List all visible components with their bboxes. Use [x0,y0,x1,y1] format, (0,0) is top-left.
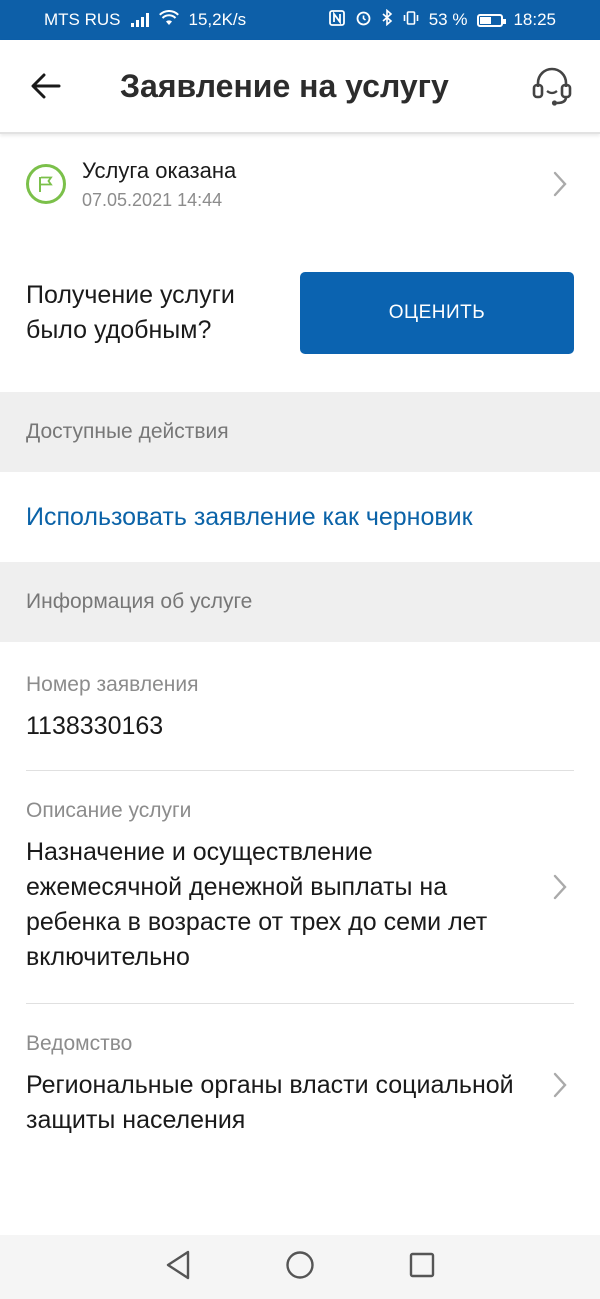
nav-home-button[interactable] [285,1250,315,1285]
battery-percent: 53 % [428,10,468,29]
vibrate-icon [403,10,419,31]
nav-recents-button[interactable] [409,1252,435,1283]
status-bar: MTS RUS 15,2K/s 53 % 18:25 [0,0,600,40]
section-header-info: Информация об услуге [0,562,600,642]
status-bar-left: MTS RUS 15,2K/s [44,9,247,31]
signal-icon [130,13,149,27]
info-department[interactable]: Ведомство Региональные органы власти соц… [0,1004,600,1166]
system-nav-bar [0,1235,600,1299]
action-row: Использовать заявление как черновик [0,472,600,562]
service-description-value: Назначение и осуществление ежемесячной д… [26,838,488,971]
nav-back-button[interactable] [165,1250,191,1285]
chevron-right-icon [546,1072,574,1098]
headset-icon [532,67,572,106]
application-number-label: Номер заявления [26,672,199,696]
department-value: Региональные органы власти социальной за… [26,1071,514,1134]
application-number-value: 1138330163 [26,711,164,740]
info-application-number-inner: Номер заявления 1138330163 [26,642,574,771]
bluetooth-icon [382,8,393,31]
use-as-draft-link[interactable]: Использовать заявление как черновик [26,503,473,532]
info-department-text: Ведомство Региональные органы власти соц… [26,1032,546,1138]
rating-row: Получение услуги было удобным? ОЦЕНИТЬ [0,234,600,392]
department-label: Ведомство [26,1032,133,1055]
network-speed: 15,2K/s [188,10,247,29]
square-recents-icon [409,1252,435,1277]
section-header-actions: Доступные действия [0,392,600,472]
status-bar-right: 53 % 18:25 [328,8,556,31]
info-application-number-text: Номер заявления 1138330163 [26,673,574,744]
alarm-icon [355,9,372,31]
clock: 18:25 [513,10,556,29]
flag-icon [26,164,66,204]
wifi-icon [158,9,179,31]
service-status-row[interactable]: Услуга оказана 07.05.2021 14:44 [0,134,600,234]
info-service-description-inner: Описание услуги Назначение и осуществлен… [26,771,574,1004]
page-title: Заявление на услугу [120,67,449,104]
service-description-label: Описание услуги [26,799,192,822]
app-bar: Заявление на услугу [0,40,600,134]
rate-button[interactable]: ОЦЕНИТЬ [300,272,574,354]
chevron-right-icon [546,874,574,900]
support-button[interactable] [530,64,574,108]
info-service-description[interactable]: Описание услуги Назначение и осуществлен… [0,771,600,1004]
battery-icon [477,13,507,27]
service-status-date: 07.05.2021 14:44 [82,189,223,210]
arrow-left-icon [31,73,61,99]
back-button[interactable] [26,66,66,106]
info-service-description-text: Описание услуги Назначение и осуществлен… [26,799,546,975]
triangle-back-icon [166,1250,190,1279]
service-status-text: Услуга оказана 07.05.2021 14:44 [82,158,546,211]
service-status-title: Услуга оказана [82,157,237,183]
carrier-name: MTS RUS [44,10,121,29]
info-application-number: Номер заявления 1138330163 [0,642,600,771]
nfc-icon [328,9,345,31]
circle-home-icon [286,1250,314,1279]
rating-question: Получение услуги было удобным? [26,281,235,344]
chevron-right-icon [546,171,574,197]
info-department-inner: Ведомство Региональные органы власти соц… [26,1004,574,1166]
